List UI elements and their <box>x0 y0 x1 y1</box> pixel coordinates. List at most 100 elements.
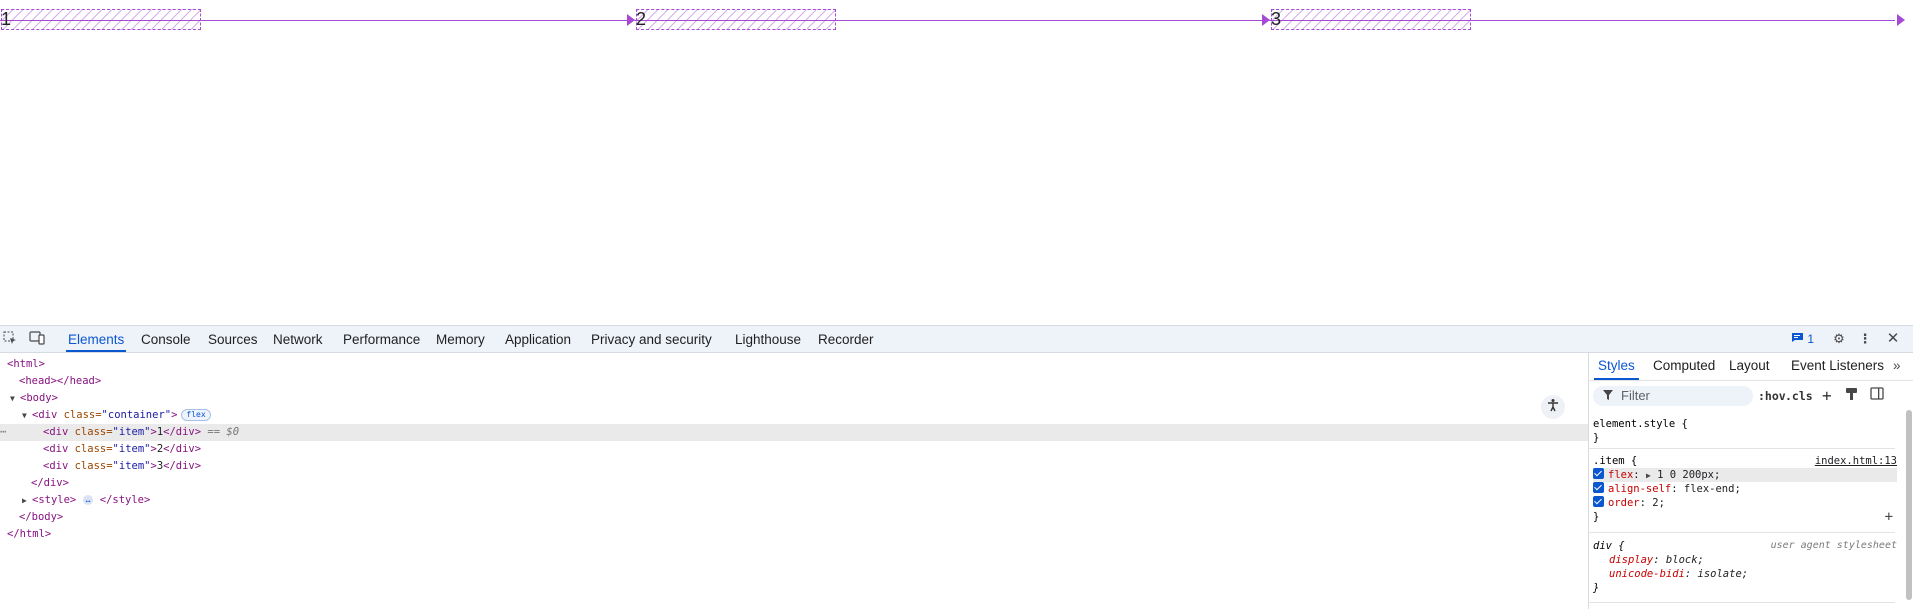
attr-name: class= <box>63 409 102 421</box>
more-actions-icon[interactable]: ⋯ <box>0 424 6 441</box>
dom-node-item[interactable]: <div class="item">2</div> <box>0 441 1631 458</box>
styles-toolbar: Filter :hov .cls + <box>1589 380 1913 411</box>
user-agent-rule: div { user agent stylesheet display: blo… <box>1593 540 1897 594</box>
dom-node-html[interactable]: <html> <box>0 356 1595 373</box>
inspect-element-icon[interactable] <box>2 331 18 347</box>
dom-node-item[interactable]: <div class="item">3</div> <box>0 458 1631 475</box>
property-value[interactable]: 2; <box>1652 497 1665 509</box>
tab-privacy-and-security[interactable]: Privacy and security <box>591 326 712 352</box>
tag-text: <style> <box>32 494 77 506</box>
tab-console[interactable]: Console <box>141 326 191 352</box>
property-value[interactable]: 1 0 200px; <box>1657 469 1720 481</box>
add-property-icon[interactable]: + <box>1885 510 1893 524</box>
dom-node-html-close[interactable]: </html> <box>0 526 1595 543</box>
tab-performance[interactable]: Performance <box>343 326 420 352</box>
tab-elements[interactable]: Elements <box>65 326 127 352</box>
issues-button[interactable]: 1 <box>1791 331 1814 347</box>
tab-network[interactable]: Network <box>273 326 323 352</box>
expand-triangle-icon[interactable]: ▼ <box>22 407 32 424</box>
property-checkbox[interactable] <box>1593 482 1604 493</box>
property-name[interactable]: align-self <box>1608 483 1671 495</box>
filter-input[interactable]: Filter <box>1593 386 1753 406</box>
more-tabs-chevron-icon[interactable]: » <box>1893 353 1901 380</box>
issues-count: 1 <box>1807 332 1815 346</box>
tab-layout[interactable]: Layout <box>1729 353 1770 380</box>
flex-badge[interactable]: flex <box>181 409 211 421</box>
tab-styles[interactable]: Styles <box>1594 353 1639 380</box>
item-text: 1 <box>1 9 12 29</box>
property-checkbox[interactable] <box>1593 496 1604 507</box>
toggle-sidebar-icon[interactable] <box>1870 387 1884 403</box>
flex-direction-arrow <box>627 14 635 26</box>
dom-node-style[interactable]: ▶ <style> … </style> <box>0 492 1610 509</box>
tab-event-listeners[interactable]: Event Listeners <box>1791 353 1884 380</box>
rule-divider <box>1589 602 1895 603</box>
attr-value: "item" <box>112 460 151 472</box>
devtools-panel: Elements Console Sources Network Perform… <box>0 325 1913 609</box>
attr-value: "container" <box>101 409 172 421</box>
tag-text: <div <box>43 460 75 472</box>
expand-triangle-icon[interactable]: ▼ <box>10 390 20 407</box>
style-property-row[interactable]: order: 2; <box>1593 496 1897 510</box>
devtools-tabbar: Elements Console Sources Network Perform… <box>0 326 1913 353</box>
tab-recorder[interactable]: Recorder <box>818 326 874 352</box>
property-name[interactable]: order <box>1608 497 1640 509</box>
tag-text: <div <box>32 409 64 421</box>
tag-text: <div <box>43 426 75 438</box>
property-name[interactable]: flex <box>1608 469 1633 481</box>
styles-scrollbar[interactable] <box>1906 410 1912 600</box>
hover-state-toggle[interactable]: :hov <box>1758 389 1786 403</box>
tag-text: </div> <box>163 460 202 472</box>
settings-gear-icon[interactable]: ⚙ <box>1831 331 1847 347</box>
dom-node-container-close[interactable]: </div> <box>0 475 1619 492</box>
expand-triangle-icon[interactable]: ▶ <box>22 492 32 509</box>
rule-divider <box>1589 532 1895 533</box>
element-style-selector[interactable]: element.style { <box>1593 417 1897 431</box>
styles-sidebar: Styles Computed Layout Event Listeners »… <box>1588 353 1913 609</box>
element-style-rule: element.style { } <box>1593 417 1897 445</box>
tag-text: <head></head> <box>19 375 102 387</box>
collapsed-content-ellipsis[interactable]: … <box>82 495 94 505</box>
accessibility-tree-icon[interactable] <box>1541 395 1565 419</box>
tag-text: </div> <box>31 477 69 489</box>
rule-divider <box>1589 448 1895 449</box>
tag-text: </html> <box>7 528 52 540</box>
new-style-rule-icon[interactable]: + <box>1822 386 1832 405</box>
tab-sources[interactable]: Sources <box>208 326 258 352</box>
tab-memory[interactable]: Memory <box>436 326 485 352</box>
style-property-row[interactable]: align-self: flex-end; <box>1593 482 1897 496</box>
flex-direction-arrow <box>1262 14 1270 26</box>
tag-text: </div> <box>163 426 202 438</box>
property-checkbox[interactable] <box>1593 468 1604 479</box>
tab-lighthouse[interactable]: Lighthouse <box>735 326 801 352</box>
dom-node-body-close[interactable]: </body> <box>0 509 1607 526</box>
close-icon[interactable]: ✕ <box>1885 331 1901 347</box>
style-property-row[interactable]: flex: ▶ 1 0 200px; <box>1593 468 1897 482</box>
attr-name: class= <box>74 443 113 455</box>
dom-node-body[interactable]: ▼ <body> <box>0 390 1598 407</box>
tag-text: <body> <box>20 392 58 404</box>
rule-selector: div { <box>1593 540 1625 552</box>
property-value[interactable]: flex-end; <box>1684 483 1741 495</box>
tag-text: </body> <box>19 511 64 523</box>
rule-close-brace: } <box>1593 432 1600 444</box>
message-icon <box>1792 333 1803 342</box>
selected-node-marker: == $0 <box>207 426 240 438</box>
filter-placeholder: Filter <box>1621 388 1650 403</box>
tag-text: <html> <box>7 358 45 370</box>
filter-funnel-icon <box>1603 386 1613 406</box>
dom-node-container[interactable]: ▼ <div class="container"> flex <box>0 407 1610 424</box>
flex-item-overlay <box>636 9 836 30</box>
rule-selector[interactable]: .item { <box>1593 455 1637 467</box>
expand-shorthand-triangle-icon[interactable]: ▶ <box>1646 471 1651 480</box>
device-toolbar-icon[interactable] <box>29 331 45 347</box>
dom-node-head[interactable]: <head></head> <box>0 373 1607 390</box>
tab-application[interactable]: Application <box>505 326 571 352</box>
more-options-icon[interactable]: ⋮ <box>1857 331 1873 347</box>
tag-text: </style> <box>99 494 151 506</box>
tab-computed[interactable]: Computed <box>1653 353 1715 380</box>
dom-node-item-selected[interactable]: ⋯ <div class="item">1</div> == $0 <box>0 424 1631 441</box>
rule-source-link[interactable]: index.html:13 <box>1815 454 1897 468</box>
class-toggle[interactable]: .cls <box>1785 389 1813 403</box>
paint-brush-icon[interactable] <box>1845 387 1858 404</box>
